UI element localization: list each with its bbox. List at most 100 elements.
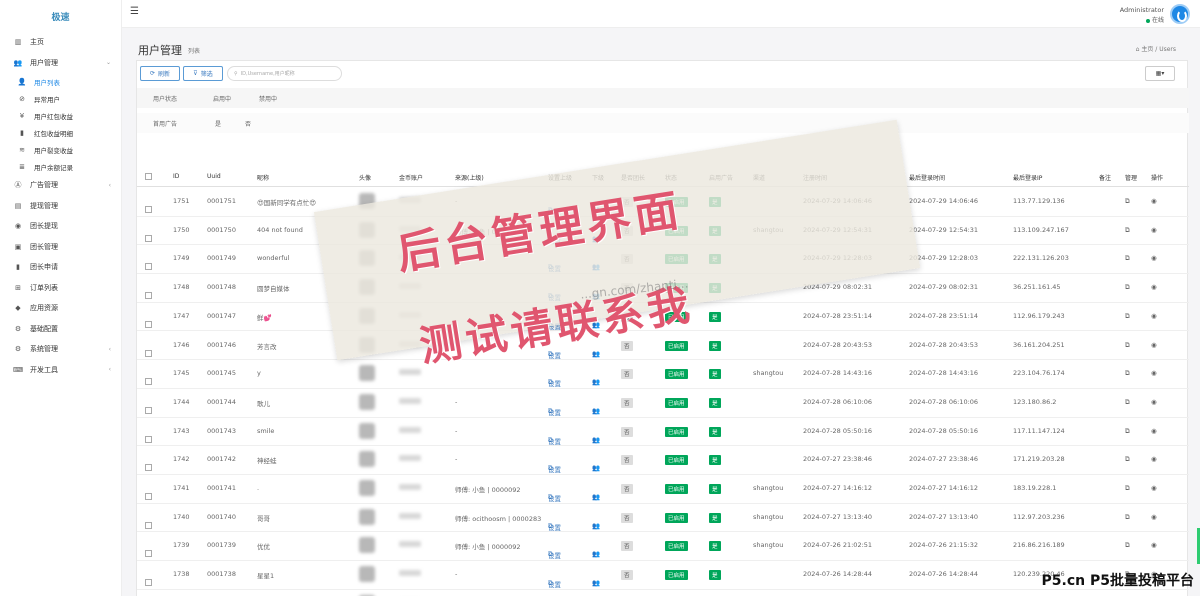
table-row[interactable]: 1749 0001749 wonderful ⧉ 设置 👥 0 否已启用是 2024-07-2… xyxy=(137,245,1189,275)
table-row[interactable]: 1747 0001747 鲜💕 ⧉ 设置 👥 0 否已启用是 2024-07-28 23:51… xyxy=(137,303,1189,332)
ad-badge[interactable]: 是 xyxy=(709,426,721,437)
filter-button[interactable]: ⊽ 筛选 xyxy=(183,66,223,81)
copy-icon[interactable]: ⧉ xyxy=(1125,513,1130,522)
search-input[interactable]: ⚲ ID,Username,用户昵称 xyxy=(227,66,342,81)
status-badge[interactable]: 已启用 xyxy=(665,225,688,236)
table-row[interactable]: 1745 0001745 y ⧉ 设置 👥 0 否已启用是 shangtou 2024-07-2… xyxy=(137,360,1189,389)
sidebar-item-17[interactable]: ⌨ 开发工具 ‹ xyxy=(0,360,121,381)
ad-badge[interactable]: 是 xyxy=(709,254,721,265)
refresh-button[interactable]: ⟳ 刷新 xyxy=(140,66,180,81)
status-badge[interactable]: 已启用 xyxy=(665,311,688,322)
filter-status-enabled[interactable]: 启用中 xyxy=(213,94,231,103)
status-badge[interactable]: 已启用 xyxy=(665,455,688,466)
sidebar-item-1[interactable]: 👥 用户管理 ⌄ xyxy=(0,53,121,74)
column-header[interactable]: 是否团长 xyxy=(621,173,645,182)
copy-icon[interactable]: ⧉ xyxy=(1125,341,1130,350)
table-row[interactable]: 1740 0001740 哥哥 师傅: ocithoosm | 0000283 ⧉ 设置… xyxy=(137,504,1189,533)
table-row[interactable]: 1744 0001744 歌儿 - ⧉ 设置 👥 0 否已启用是 2024-07-28 06:1… xyxy=(137,389,1189,418)
table-row[interactable]: 1746 0001746 芳言改 ⧉ 设置 👥 0 否已启用是 2024-07-28 20:4… xyxy=(137,332,1189,361)
column-header[interactable]: 注册时间 xyxy=(803,173,827,182)
ad-badge[interactable]: 是 xyxy=(709,484,721,494)
sidebar-item-5[interactable]: ▮ 红包收益明细 xyxy=(0,124,121,141)
leader-badge[interactable]: 否 xyxy=(621,197,633,207)
sidebar-item-12[interactable]: ▮ 团长申请 xyxy=(0,257,121,278)
table-row[interactable]: 17370001737不可佛是荣-⧉ 设置👥0否已启用是2024-07-26 1… xyxy=(137,590,1189,596)
column-header[interactable]: 状态 xyxy=(665,173,677,182)
table-row[interactable]: 1750 0001750 404 not found 师傅: 小鱼 | 0000092… xyxy=(137,217,1189,246)
sidebar-item-9[interactable]: ▤ 提现管理 xyxy=(0,196,121,217)
leader-badge[interactable]: 否 xyxy=(621,512,633,523)
eye-icon[interactable]: ◉ xyxy=(1151,398,1157,406)
column-header[interactable]: 金币账户 xyxy=(399,173,423,182)
filter-ad-no[interactable]: 否 xyxy=(245,119,251,128)
sidebar-item-11[interactable]: ▣ 团长管理 xyxy=(0,237,121,258)
column-header[interactable]: ID xyxy=(173,173,179,180)
sidebar-item-13[interactable]: ⊞ 订单列表 xyxy=(0,278,121,299)
filter-ad-yes[interactable]: 是 xyxy=(215,119,221,128)
copy-icon[interactable]: ⧉ xyxy=(1125,398,1130,407)
eye-icon[interactable]: ◉ xyxy=(1151,254,1157,262)
copy-icon[interactable]: ⧉ xyxy=(1125,226,1130,235)
ad-badge[interactable]: 是 xyxy=(709,541,721,552)
sidebar-item-16[interactable]: ⚙ 系统管理 ‹ xyxy=(0,339,121,360)
menu-toggle-icon[interactable]: ☰ xyxy=(130,6,139,17)
column-toggle-button[interactable]: ▦ ▾ xyxy=(1145,66,1175,81)
ad-badge[interactable]: 是 xyxy=(709,570,721,581)
ad-badge[interactable]: 是 xyxy=(709,369,721,380)
copy-icon[interactable]: ⧉ xyxy=(1125,283,1130,292)
leader-badge[interactable]: 否 xyxy=(621,455,633,466)
column-header[interactable]: 最后登录时间 xyxy=(909,173,945,182)
ad-badge[interactable]: 是 xyxy=(709,225,721,236)
eye-icon[interactable]: ◉ xyxy=(1151,513,1157,521)
column-header[interactable]: 操作 xyxy=(1151,173,1163,182)
ad-badge[interactable]: 是 xyxy=(709,512,721,523)
copy-icon[interactable]: ⧉ xyxy=(1125,254,1130,263)
status-badge[interactable]: 已启用 xyxy=(665,541,688,552)
status-badge[interactable]: 已启用 xyxy=(665,340,688,351)
copy-icon[interactable]: ⧉ xyxy=(1125,455,1130,464)
avatar[interactable] xyxy=(1170,4,1190,24)
leader-badge[interactable]: 否 xyxy=(621,484,633,494)
table-row[interactable]: 1743 0001743 smile - ⧉ 设置 👥 0 否已启用是 2024-07-28 0… xyxy=(137,418,1189,447)
column-header[interactable]: 最后登录IP xyxy=(1013,173,1042,182)
copy-icon[interactable]: ⧉ xyxy=(1125,312,1130,321)
eye-icon[interactable]: ◉ xyxy=(1151,427,1157,435)
sidebar-item-0[interactable]: ▥ 主页 xyxy=(0,32,121,53)
ad-badge[interactable]: 是 xyxy=(709,311,721,322)
ad-badge[interactable]: 是 xyxy=(709,283,721,294)
leader-badge[interactable]: 否 xyxy=(621,283,633,294)
eye-icon[interactable]: ◉ xyxy=(1151,341,1157,349)
column-header[interactable]: Uuid xyxy=(207,173,221,180)
eye-icon[interactable]: ◉ xyxy=(1151,455,1157,463)
filter-status-disabled[interactable]: 禁用中 xyxy=(259,94,277,103)
table-row[interactable]: 1748 0001748 圆梦自媒体 ⧉ 设置 👥 0 否已启用是 2024-07-29 08… xyxy=(137,274,1189,303)
column-header[interactable]: 头像 xyxy=(359,173,371,182)
column-header[interactable]: 备注 xyxy=(1099,173,1111,182)
table-row[interactable]: 1742 0001742 神经蛙 - ⧉ 设置 👥 0 否已启用是 2024-07-27 23:… xyxy=(137,446,1189,475)
leader-badge[interactable]: 否 xyxy=(621,426,633,437)
sidebar-item-14[interactable]: ◆ 应用资源 xyxy=(0,298,121,319)
status-badge[interactable]: 已启用 xyxy=(665,254,688,265)
leader-badge[interactable]: 否 xyxy=(621,225,633,236)
status-badge[interactable]: 已启用 xyxy=(665,283,688,294)
sidebar-item-4[interactable]: ¥ 用户红包收益 xyxy=(0,107,121,124)
eye-icon[interactable]: ◉ xyxy=(1151,283,1157,291)
status-badge[interactable]: 已启用 xyxy=(665,512,688,523)
eye-icon[interactable]: ◉ xyxy=(1151,541,1157,549)
status-badge[interactable]: 已启用 xyxy=(665,484,688,494)
admin-name[interactable]: Administrator xyxy=(1120,6,1164,14)
leader-badge[interactable]: 否 xyxy=(621,570,633,581)
copy-icon[interactable]: ⧉ xyxy=(1125,427,1130,436)
sidebar-item-6[interactable]: ≋ 用户裂变收益 xyxy=(0,141,121,158)
leader-badge[interactable]: 否 xyxy=(621,311,633,322)
column-header[interactable]: 下级 xyxy=(592,173,604,182)
sidebar-item-3[interactable]: ⊘ 异常用户 xyxy=(0,90,121,107)
copy-icon[interactable]: ⧉ xyxy=(1125,484,1130,493)
copy-icon[interactable]: ⧉ xyxy=(1125,369,1130,378)
eye-icon[interactable]: ◉ xyxy=(1151,226,1157,234)
leader-badge[interactable]: 否 xyxy=(621,541,633,552)
column-header[interactable]: 启用广告 xyxy=(709,173,733,182)
eye-icon[interactable]: ◉ xyxy=(1151,312,1157,320)
sidebar-item-15[interactable]: ⚙ 基础配置 xyxy=(0,319,121,340)
ad-badge[interactable]: 是 xyxy=(709,340,721,351)
